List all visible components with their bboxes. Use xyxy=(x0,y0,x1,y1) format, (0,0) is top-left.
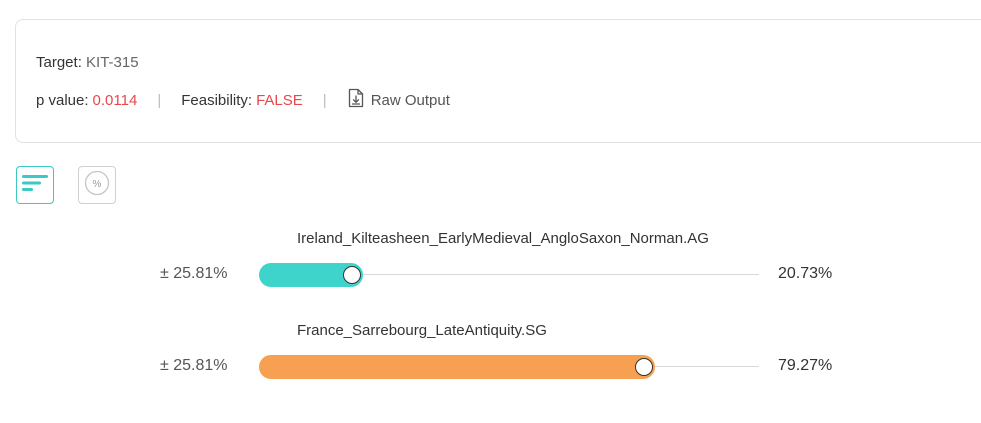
bar-value: 20.73% xyxy=(778,265,833,282)
percent-icon: % xyxy=(84,170,110,201)
p-value-label: p value: xyxy=(36,91,89,109)
bar-plus-minus: ± 25.81% xyxy=(160,357,228,374)
bar-value: 79.27% xyxy=(778,357,833,374)
bars-icon xyxy=(22,173,48,198)
feasibility-value: FALSE xyxy=(256,91,303,109)
bar-plus-minus: ± 25.81% xyxy=(160,265,228,282)
info-card: Target: KIT-315 p value: 0.0114 | Feasib… xyxy=(15,19,981,143)
svg-text:%: % xyxy=(93,179,102,190)
target-value: KIT-315 xyxy=(86,54,139,71)
bar-slider-handle[interactable] xyxy=(343,266,361,284)
bar-view-button[interactable] xyxy=(16,166,54,204)
target-row: Target: KIT-315 xyxy=(36,54,139,71)
percent-view-button[interactable]: % xyxy=(78,166,116,204)
download-file-icon xyxy=(347,88,371,112)
meta-row: p value: 0.0114 | Feasibility: FALSE | R… xyxy=(36,88,450,112)
bar-title: France_Sarrebourg_LateAntiquity.SG xyxy=(297,322,547,339)
bar-slider-handle[interactable] xyxy=(635,358,653,376)
bar-fill xyxy=(259,355,655,379)
bar-title: Ireland_Kilteasheen_EarlyMedieval_AngloS… xyxy=(297,230,709,247)
target-label: Target: xyxy=(36,54,82,71)
raw-output-button[interactable]: Raw Output xyxy=(347,88,450,112)
raw-output-label: Raw Output xyxy=(370,91,450,109)
separator: | xyxy=(157,91,162,109)
p-value: 0.0114 xyxy=(92,91,138,109)
feasibility-label: Feasibility: xyxy=(181,91,253,109)
separator: | xyxy=(322,91,327,109)
